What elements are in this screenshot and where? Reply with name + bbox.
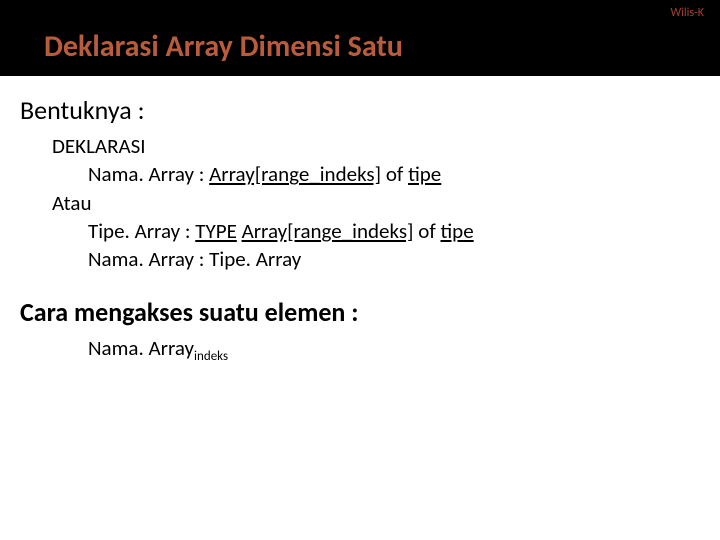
text-underlined: tipe [408, 161, 441, 187]
section-bentuknya: Bentuknya : [20, 94, 700, 126]
atau-label: Atau [20, 189, 700, 217]
text-plain: of [381, 161, 408, 187]
slide-content: Bentuknya : DEKLARASI Nama. Array : Arra… [0, 76, 720, 365]
text-plain: Nama. Array : [88, 161, 209, 187]
declaration-line-3: Nama. Array : Tipe. Array [20, 245, 700, 273]
section-cara: Cara mengakses suatu elemen : [20, 296, 700, 328]
access-line: Nama. Arrayindeks [20, 334, 700, 366]
author-tag: Wilis-K [670, 6, 704, 20]
text-plain: of [414, 218, 441, 244]
text-plain: Tipe. Array : [88, 218, 195, 244]
text-underlined: Array[range_indeks] [242, 218, 414, 244]
access-subscript: indeks [194, 349, 228, 364]
access-main: Nama. Array [88, 335, 194, 361]
slide-title: Deklarasi Array Dimensi Satu [24, 0, 696, 65]
text-underlined: Array[range_indeks] [209, 161, 381, 187]
text-underlined: tipe [440, 218, 473, 244]
declaration-line-2: Tipe. Array : TYPE Array[range_indeks] o… [20, 217, 700, 245]
text-underlined: TYPE [195, 218, 237, 244]
declaration-label: DEKLARASI [20, 132, 700, 160]
declaration-line-1: Nama. Array : Array[range_indeks] of tip… [20, 160, 700, 188]
header-bar: Wilis-K Deklarasi Array Dimensi Satu [0, 0, 720, 76]
